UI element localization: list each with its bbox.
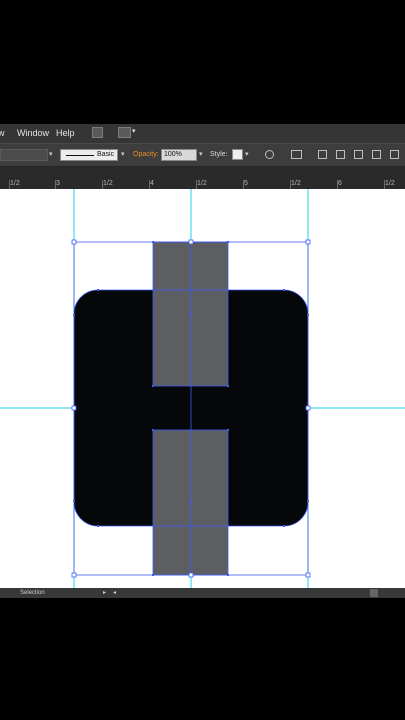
opacity-input[interactable]: 100%: [161, 149, 197, 161]
artwork[interactable]: [0, 189, 405, 588]
align-right-icon[interactable]: [354, 150, 363, 159]
bridge-icon[interactable]: [92, 127, 103, 138]
align-center-icon[interactable]: [336, 150, 345, 159]
ruler-label: 3: [56, 180, 60, 187]
align-middle-icon[interactable]: [390, 150, 399, 159]
current-tool-label: Selection: [20, 590, 45, 596]
menu-bar: w Window Help ▾: [0, 124, 405, 143]
status-bar: Selection ▸ ◂: [0, 588, 405, 598]
ruler-label: 1/2: [103, 180, 113, 187]
align-top-icon[interactable]: [372, 150, 381, 159]
scrollbar-thumb[interactable]: [370, 589, 378, 597]
menu-item-window[interactable]: Window: [17, 128, 49, 138]
ruler-label: 5: [244, 180, 248, 187]
stroke-line-icon: [66, 155, 94, 156]
artboard-canvas[interactable]: [0, 189, 405, 588]
fill-stroke-field[interactable]: [0, 149, 48, 161]
ruler-label: 4: [150, 180, 154, 187]
menu-item-help[interactable]: Help: [56, 128, 75, 138]
graphic-style-swatch[interactable]: [232, 149, 243, 160]
style-label: Style:: [210, 151, 228, 158]
chevron-down-icon[interactable]: ▾: [132, 127, 136, 135]
ruler-label: 1/2: [385, 180, 395, 187]
ruler-label: 1/2: [197, 180, 207, 187]
transform-icon[interactable]: [291, 150, 302, 159]
chevron-down-icon[interactable]: ▾: [199, 150, 203, 158]
back-icon[interactable]: ◂: [113, 589, 116, 596]
control-panel: ▾ Basic ▾ Opacity: 100% ▾ Style: ▾: [0, 143, 405, 167]
arrange-documents-icon[interactable]: [118, 127, 131, 138]
chevron-down-icon[interactable]: ▾: [245, 150, 249, 158]
chevron-down-icon[interactable]: ▾: [49, 150, 53, 158]
stroke-profile-select[interactable]: Basic: [60, 149, 118, 161]
ruler-label: 1/2: [291, 180, 301, 187]
recolor-artwork-icon[interactable]: [265, 150, 274, 159]
ruler-label: 6: [338, 180, 342, 187]
opacity-label[interactable]: Opacity:: [133, 151, 159, 158]
horizontal-ruler[interactable]: 1/2 3 1/2 4 1/2 5 1/2 6 1/2: [0, 167, 405, 189]
play-icon[interactable]: ▸: [103, 589, 106, 596]
stroke-profile-label: Basic: [97, 151, 115, 158]
menu-item-view[interactable]: w: [0, 128, 5, 138]
align-left-icon[interactable]: [318, 150, 327, 159]
ruler-label: 1/2: [10, 180, 20, 187]
chevron-down-icon[interactable]: ▾: [121, 150, 125, 158]
